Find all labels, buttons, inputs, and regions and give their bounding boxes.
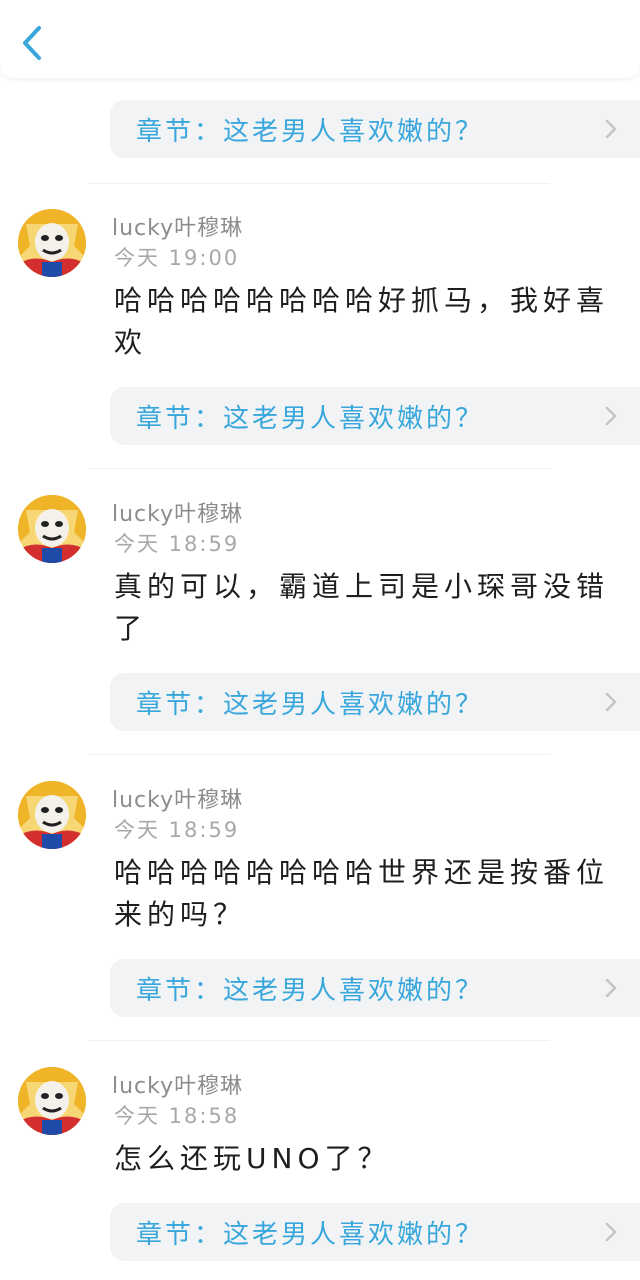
comment-text: 哈哈哈哈哈哈哈哈世界还是按番位来的吗？	[114, 856, 610, 931]
divider	[88, 468, 550, 469]
chevron-right-icon	[605, 406, 617, 426]
comment-text: 真的可以，霸道上司是小琛哥没错了	[114, 570, 610, 645]
username[interactable]: lucky叶穆琳	[112, 1068, 243, 1100]
comment-text: 怎么还玩UNO了？	[114, 1142, 391, 1175]
divider	[88, 1040, 550, 1041]
chapter-link-label: 章节：这老男人喜欢嫩的？	[136, 403, 485, 434]
username[interactable]: lucky叶穆琳	[112, 782, 243, 814]
chapter-link[interactable]: 章节：这老男人喜欢嫩的？	[110, 673, 640, 731]
comment-list-page: 章节：这老男人喜欢嫩的？ lucky叶穆琳 今天 19:00 哈哈哈哈哈哈哈哈好…	[0, 0, 640, 1280]
chapter-link[interactable]: 章节：这老男人喜欢嫩的？	[110, 387, 640, 445]
timestamp: 今天 18:59	[114, 818, 240, 842]
chevron-left-icon	[23, 26, 41, 60]
avatar-image	[18, 209, 86, 277]
comment-text: 哈哈哈哈哈哈哈哈好抓马，我好喜欢	[114, 284, 610, 359]
chapter-link-label: 章节：这老男人喜欢嫩的？	[136, 689, 485, 720]
chapter-link[interactable]: 章节：这老男人喜欢嫩的？	[110, 1203, 640, 1261]
divider	[88, 183, 550, 184]
avatar-image	[18, 495, 86, 563]
timestamp: 今天 18:58	[114, 1104, 240, 1128]
chapter-link-label: 章节：这老男人喜欢嫩的？	[136, 1219, 485, 1250]
username[interactable]: lucky叶穆琳	[112, 496, 243, 528]
chapter-link[interactable]: 章节：这老男人喜欢嫩的？	[110, 100, 640, 158]
avatar-image	[18, 1067, 86, 1135]
chevron-right-icon	[605, 119, 617, 139]
chapter-link[interactable]: 章节：这老男人喜欢嫩的？	[110, 959, 640, 1017]
chevron-right-icon	[605, 978, 617, 998]
chevron-right-icon	[605, 1222, 617, 1242]
avatar[interactable]	[18, 1064, 86, 1138]
back-button[interactable]	[12, 20, 52, 66]
chapter-link-label: 章节：这老男人喜欢嫩的？	[136, 975, 485, 1006]
divider	[88, 754, 550, 755]
avatar-image	[18, 781, 86, 849]
avatar[interactable]	[18, 778, 86, 852]
chapter-link-label: 章节：这老男人喜欢嫩的？	[136, 116, 485, 147]
username[interactable]: lucky叶穆琳	[112, 210, 243, 242]
timestamp: 今天 19:00	[114, 246, 240, 270]
top-bar	[0, 0, 640, 78]
avatar[interactable]	[18, 206, 86, 280]
timestamp: 今天 18:59	[114, 532, 240, 556]
avatar[interactable]	[18, 492, 86, 566]
chevron-right-icon	[605, 692, 617, 712]
